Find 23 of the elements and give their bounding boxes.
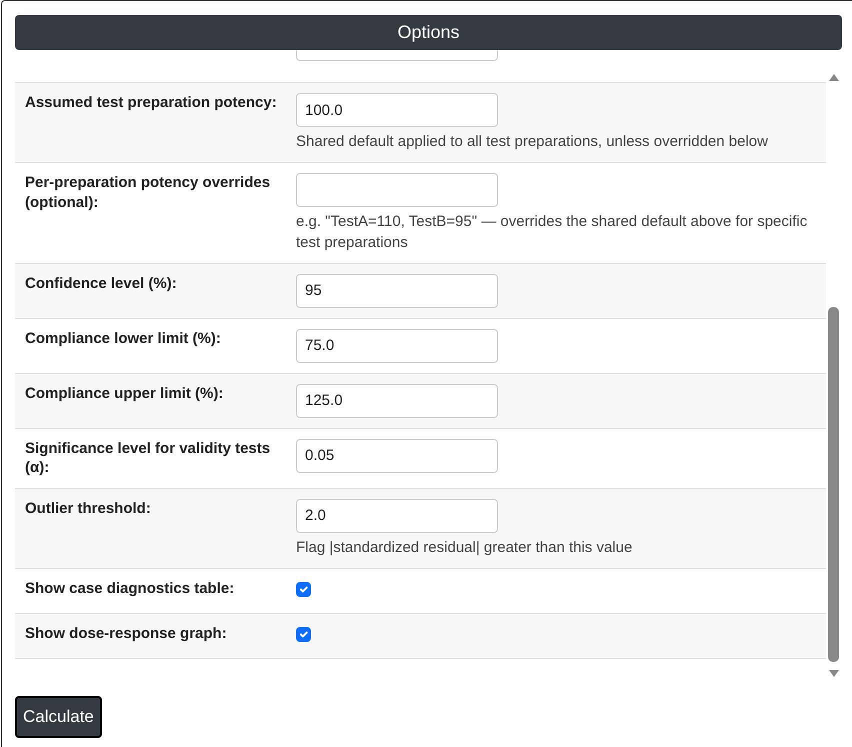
input-field[interactable]: 125.0 [296,384,498,418]
help-text: Shared default applied to all test preparations, unless overridden below [296,132,769,152]
field-label: Compliance lower limit (%): [25,328,222,349]
checkbox[interactable] [296,627,311,642]
input-field[interactable]: 0.05 [296,438,498,473]
checkbox[interactable] [296,582,311,597]
options-header: Options [15,15,842,50]
field-label: Significance level for validity tests (α): [25,438,272,478]
input-field[interactable]: 2.0 [296,498,498,533]
field-label: Compliance upper limit (%): [25,384,224,404]
input-field[interactable]: 75.0 [296,328,498,363]
field-label: Show case diagnostics table: [25,579,236,599]
field-label: Assumed test preparation potency: [25,93,278,113]
help-text: e.g. "TestA=110, TestB=95" — overrides the shared default above for specific test preparations [296,212,808,252]
input-field[interactable]: 95 [296,274,498,308]
input-field[interactable] [296,173,498,208]
input-field[interactable]: 100.0 [296,93,498,127]
help-text: Flag |standardized residual| greater than this value [296,538,634,558]
field-label: Show dose-response graph: [25,624,228,644]
field-label: Per-preparation potency overrides (optional): [25,173,272,213]
field-label: Outlier threshold: [25,498,152,519]
field-label: Confidence level (%): [25,274,178,294]
calculate-button[interactable]: Calculate [15,696,102,738]
